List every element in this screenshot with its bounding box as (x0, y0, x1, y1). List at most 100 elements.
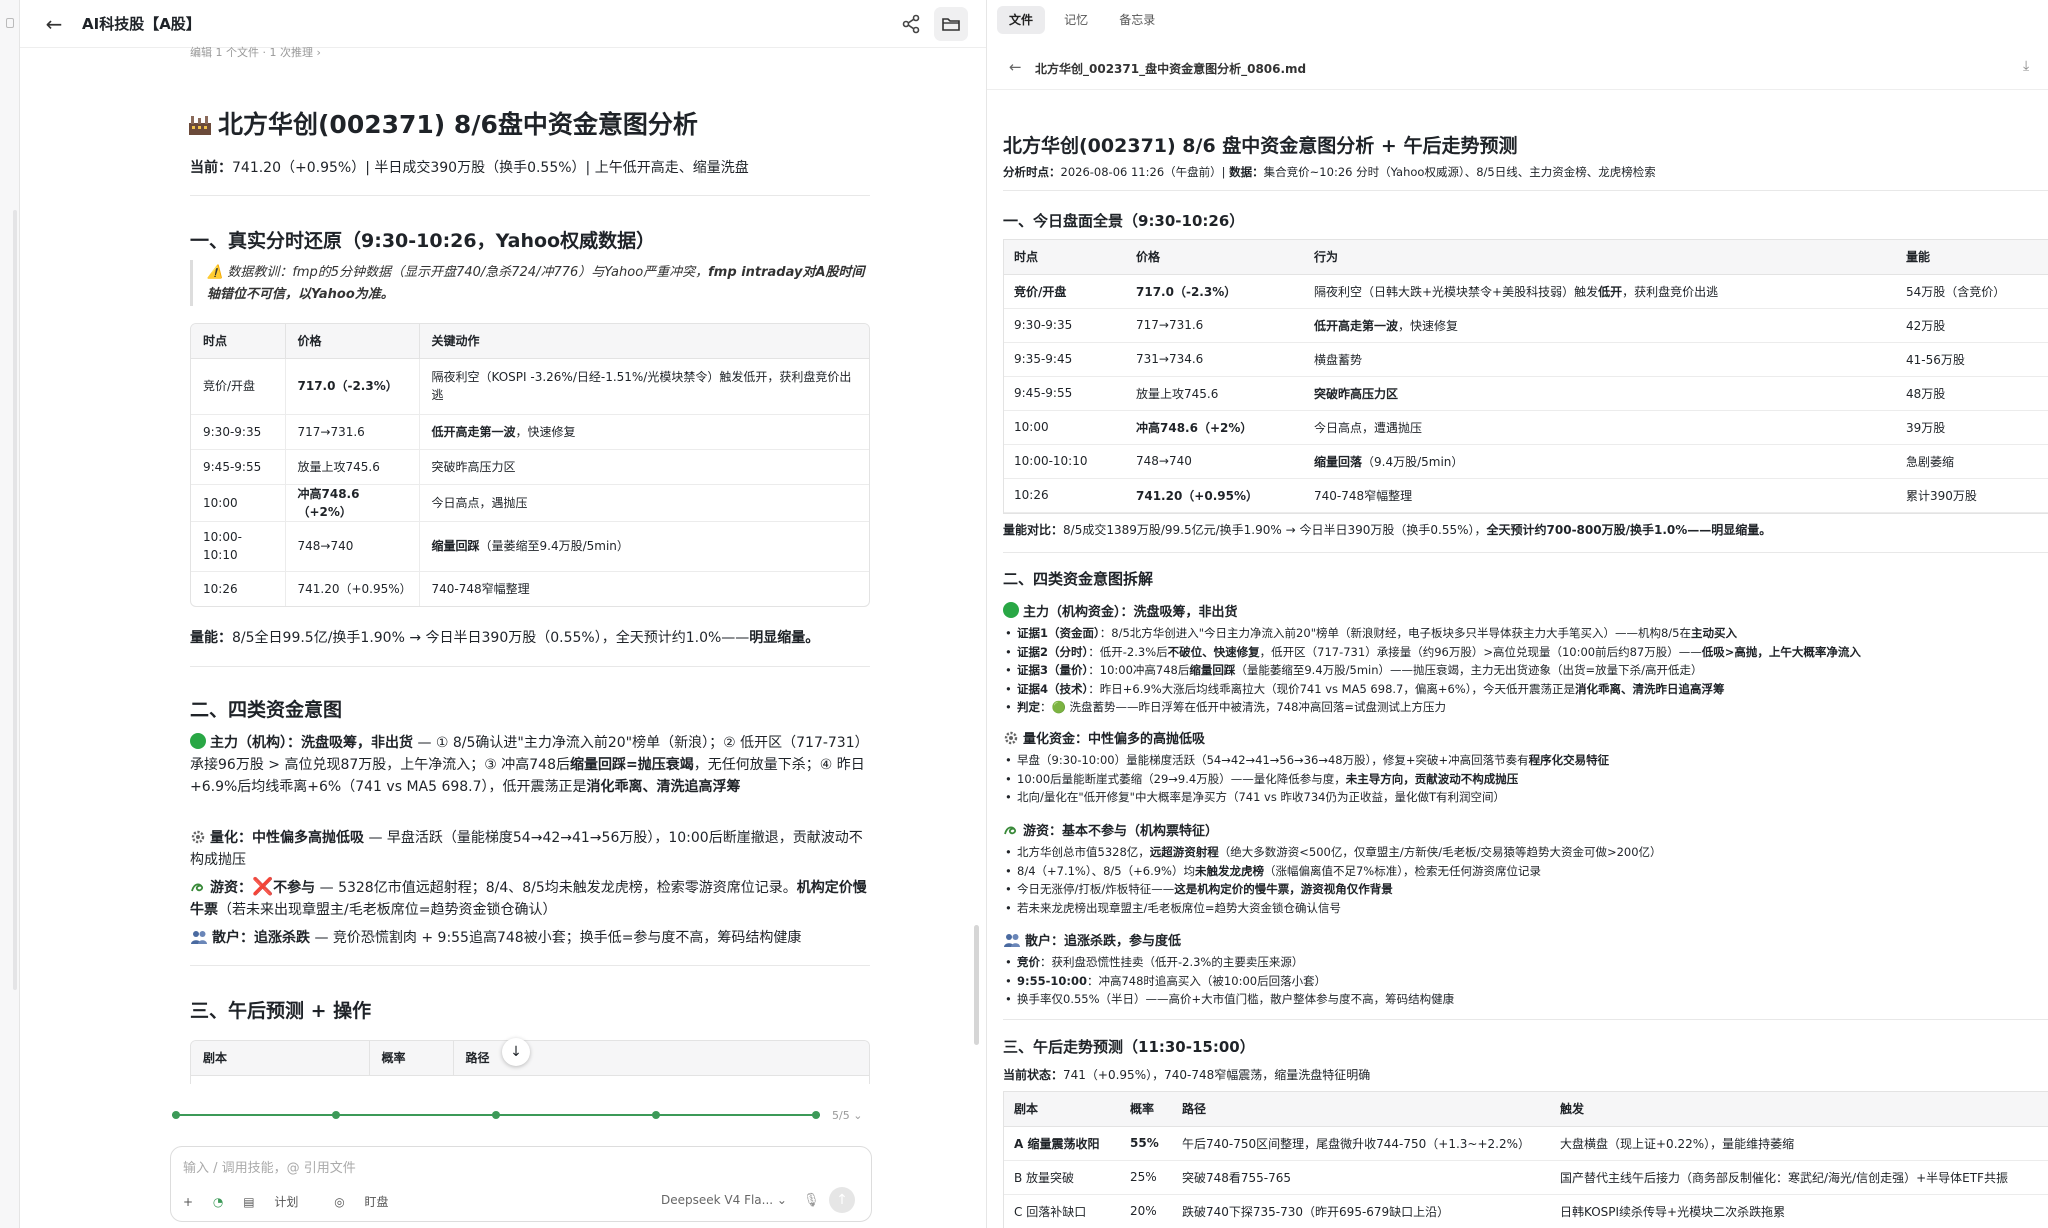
cell-time: 9:35-9:45 (1004, 342, 1126, 377)
watch-button[interactable]: ◎ 盯盘 (334, 1195, 404, 1209)
item-bold: 这是机构定价的慢牛票，游资视角仅作背景 (1174, 882, 1393, 896)
table-row: 竞价/开盘 717.0（-2.3%） 隔夜利空（KOSPI -3.26%/日经-1.… (191, 358, 869, 415)
tab-memo[interactable]: 备忘录 (1107, 6, 1167, 34)
rail-scrollbar[interactable] (13, 210, 17, 990)
gear-icon (191, 830, 205, 844)
volume-line: 量能：8/5全日99.5亿/换手1.90% → 今日半日390万股（0.55%）… (190, 627, 870, 649)
dragon-icon (1004, 826, 1017, 835)
cell-time: 10:00 (1004, 410, 1126, 445)
model-selector[interactable]: Deepseek V4 Fla... ⌄ (661, 1193, 787, 1207)
cell-action-rest: ，快速修复 (515, 424, 576, 439)
progress-step[interactable] (332, 1111, 340, 1119)
progress-step[interactable] (492, 1111, 500, 1119)
hot-money-lead: 游资： (210, 880, 252, 896)
edit-summary[interactable]: 编辑 1 个文件 · 1 次推理 › (190, 44, 321, 60)
hot-money-text2: （若未来出现章盟主/毛老板席位=趋势资金锁仓确认） (218, 902, 557, 918)
item-label: 证据4（技术） (1017, 681, 1089, 696)
cell-time: 10:00-10:10 (1004, 444, 1126, 479)
hot-money-heading-text: 游资：基本不参与（机构票特征） (1023, 824, 1219, 839)
gear-icon (1004, 731, 1018, 745)
cell-volume: 39万股 (1896, 410, 2048, 445)
progress-count[interactable]: 5/5 ⌄ (832, 1109, 862, 1122)
table-header-row: 时点 价格 行为 量能 (1004, 240, 2048, 275)
table-row: A 缩量震荡收阳 55% 午后740-750区间整理，尾盘微升收744-750（+1… (1004, 1126, 2048, 1161)
item-text2: ，低开区（717-731）承接量（约96万股）>高位兑现量（10:00前后约87… (1259, 644, 1702, 659)
item-text: ：8/5北方华创进入"今日主力净流入前20"榜单（新浪财经，电子板块多只半导体获… (1099, 626, 1691, 640)
intraday-table: 时点 价格 关键动作 竞价/开盘 717.0（-2.3%） 隔夜利空（KOSPI -… (190, 323, 870, 607)
item-label: 证据2（分时） (1017, 644, 1089, 659)
chat-input-box[interactable]: 输入 / 调用技能，@ 引用文件 + ◔ ▤ 计划 ◎ 盯盘 Deepseek … (170, 1146, 872, 1222)
download-icon[interactable]: ⤓ (2023, 58, 2029, 74)
doc-title-text: 北方华创(002371) 8/6盘中资金意图分析 (218, 110, 698, 139)
main-fund-bold1: 缩量回踩=抛压衰竭 (569, 757, 694, 773)
open-folder-button[interactable] (934, 7, 968, 41)
back-arrow-icon[interactable]: ← (1009, 58, 1022, 76)
green-circle-icon (190, 733, 206, 749)
table-row: 10:26 741.20（+0.95%） 740-748窄幅整理 累计390万股 (1004, 478, 2048, 513)
table-row: B 放量突破 25% 突破748看755-765 国产替代主线午后接力（商务部反制催化… (1004, 1160, 2048, 1195)
cell-behavior: 缩量回落（9.4万股/5min） (1304, 444, 1896, 479)
r-section1-heading: 一、今日盘面全景（9:30-10:26） (1003, 212, 1245, 230)
item-bold: 不破位、快速修复 (1167, 644, 1260, 659)
cell-action-bold: 低开高走第一波 (431, 424, 516, 439)
col-volume: 量能 (1896, 240, 2048, 275)
item-text: 换手率仅0.55%（半日）——高价+大市值门槛，散户整体参与度不高，筹码结构健康 (1017, 992, 1455, 1006)
volume-compare-text: 8/5成交1389万股/99.5亿元/换手1.90% → 今日半日390万股（换… (1063, 523, 1487, 537)
tab-files[interactable]: 文件 (997, 6, 1046, 34)
tab-memory[interactable]: 记忆 (1052, 6, 1100, 34)
progress-step[interactable] (652, 1111, 660, 1119)
current-state-label: 当前状态： (1003, 1068, 1064, 1082)
meta-time: 2026-08-06 11:26（午盘前）| (1060, 165, 1226, 179)
chat-input[interactable]: 输入 / 调用技能，@ 引用文件 (183, 1157, 356, 1176)
volume-compare: 量能对比：8/5成交1389万股/99.5亿元/换手1.90% → 今日半日39… (1003, 521, 1771, 538)
file-pane-tabs: 文件 记忆 备忘录 (997, 6, 1169, 36)
table-row: 10:00 冲高748.6（+2%） 今日高点，遭遇抛压 39万股 (1004, 410, 2048, 445)
cell-behavior-bold: 突破昨高压力区 (1314, 386, 1399, 401)
item-label: 证据1（资金面） (1017, 626, 1100, 640)
send-button[interactable]: ↑ (829, 1187, 855, 1213)
cell-volume: 累计390万股 (1896, 478, 2048, 513)
retail-heading-text: 散户：追涨杀跌，参与度低 (1025, 934, 1182, 949)
hot-money-text1: — 5328亿市值远超射程；8/4、8/5均未触发龙虎榜，检索零游资席位记录。 (315, 880, 797, 896)
item-text: 北方华创总市值5328亿， (1017, 845, 1150, 859)
cell-behavior-bold: 低开 (1598, 284, 1623, 299)
cell-probability: 55% (1120, 1126, 1172, 1161)
add-button[interactable]: + (183, 1195, 193, 1209)
plan-button[interactable]: ▤ 计划 (243, 1195, 314, 1209)
rail-toggle-icon[interactable] (6, 18, 14, 28)
main-fund-paragraph: 主力（机构）：洗盘吸筹，非出货 — ① 8/5确认进"主力净流入前20"榜单（新… (190, 732, 870, 798)
list-item: 早盘（9:30-10:00）量能梯度活跃（54→42→41→56→36→48万股… (1003, 751, 1609, 770)
list-item: 证据3（量价）：10:00冲高748后缩量回踩（量能萎缩至9.4万股/5min）… (1003, 661, 1861, 680)
pane-splitter-handle[interactable] (974, 925, 979, 1045)
divider (1003, 1019, 2048, 1020)
progress-step[interactable] (172, 1111, 180, 1119)
list-item: 8/4（+7.1%）、8/5（+6.9%）均未触发龙虎榜（涨幅偏离值不足7%标准… (1003, 862, 1662, 881)
cell-volume: 急剧萎缩 (1896, 444, 2048, 479)
afternoon-forecast-table: 剧本 概率 路径 触发 A 缩量震荡收阳 55% 午后740-750区间整理，尾盘微… (1003, 1091, 2048, 1228)
scroll-to-bottom-button[interactable]: ↓ (502, 1038, 530, 1066)
progress-step[interactable] (812, 1111, 820, 1119)
back-arrow-icon[interactable]: ← (42, 12, 66, 36)
cell-behavior: 740-748窄幅整理 (1304, 478, 1896, 513)
cell-time: 10:26 (191, 571, 286, 606)
cell-behavior-rest: ，获利盘竞价出逃 (1622, 284, 1719, 299)
list-item: 竞价：获利盘恐慌性挂卖（低开-2.3%的主要卖压来源） (1003, 953, 1454, 972)
cell-path: 午后740-750区间整理，尾盘微升收744-750（+1.3~+2.2%） (1172, 1126, 1550, 1161)
share-icon[interactable] (898, 11, 924, 37)
item-label: 竞价 (1017, 955, 1040, 969)
plan-icon: ▤ (243, 1195, 259, 1209)
list-item: 判定：🟢 洗盘蓄势——昨日浮筹在低开中被清洗，748冲高回落=试盘测试上方压力 (1003, 698, 1861, 717)
cell-volume: 41-56万股 (1896, 342, 2048, 377)
cell-action: 740-748窄幅整理 (431, 581, 530, 596)
col-price: 价格 (1126, 240, 1304, 275)
item-text: ：冲高748时追高买入（被10:00后回落小套） (1086, 973, 1327, 988)
list-item: 若未来龙虎榜出现章盟主/毛老板席位=趋势大资金锁仓确认信号 (1003, 899, 1662, 918)
cell-behavior: 隔夜利空（日韩大跌+光模块禁令+美股科技弱）触发低开，获利盘竞价出逃 (1304, 274, 1896, 309)
loading-icon: ◔ (212, 1195, 224, 1209)
item-bold: 未触发龙虎榜 (1194, 863, 1264, 878)
cell-price: 731→734.6 (1126, 342, 1304, 377)
retail-heading: 散户：追涨杀跌，参与度低 (1003, 930, 1181, 949)
microphone-icon[interactable]: 🎙 (803, 1193, 820, 1208)
table-row: 9:35-9:45 731→734.6 横盘蓄势 41-56万股 (1004, 342, 2048, 377)
main-fund-evidence-list: 证据1（资金面）：8/5北方华创进入"今日主力净流入前20"榜单（新浪财经，电子… (1003, 624, 1861, 717)
